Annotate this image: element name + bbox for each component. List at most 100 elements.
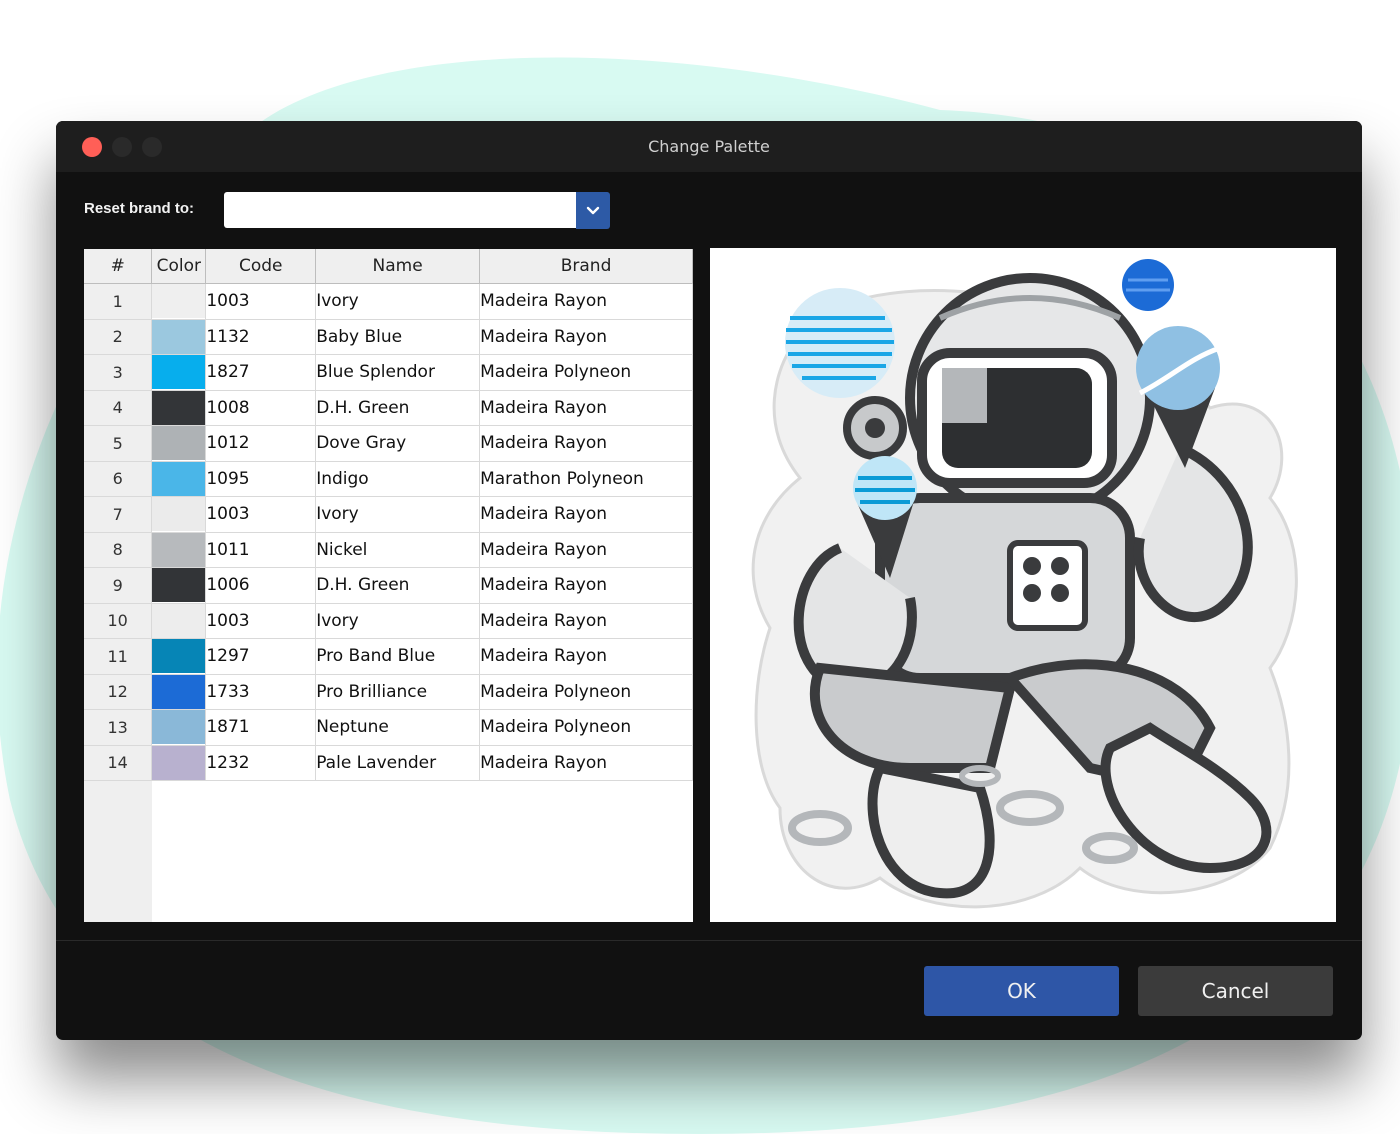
row-number: 4 — [84, 390, 153, 426]
table-row[interactable]: 4 1008 D.H. Green Madeira Rayon — [84, 390, 693, 426]
thread-name: Pro Band Blue — [315, 638, 481, 675]
row-number: 13 — [84, 709, 153, 746]
row-number: 12 — [84, 674, 153, 710]
thread-code: 1232 — [205, 745, 317, 781]
brand-select-dropdown-button[interactable] — [576, 192, 610, 229]
color-swatch-cell[interactable] — [151, 603, 207, 639]
table-row[interactable]: 11 1297 Pro Band Blue Madeira Rayon — [84, 638, 693, 675]
thread-code: 1733 — [205, 674, 317, 710]
row-number: 7 — [84, 496, 153, 533]
thread-brand: Madeira Rayon — [479, 638, 693, 675]
thread-code: 1827 — [205, 354, 317, 391]
color-swatch — [152, 603, 205, 638]
row-number: 11 — [84, 638, 153, 675]
thread-code: 1011 — [205, 532, 317, 568]
thread-name: Pale Lavender — [315, 745, 481, 781]
color-swatch-cell[interactable] — [151, 283, 207, 320]
thread-brand: Madeira Rayon — [479, 425, 693, 462]
thread-code: 1132 — [205, 319, 317, 355]
thread-name: Ivory — [315, 603, 481, 639]
thread-brand: Madeira Rayon — [479, 283, 693, 320]
change-palette-dialog: Change Palette Reset brand to: # Color C… — [56, 121, 1362, 1040]
thread-code: 1297 — [205, 638, 317, 675]
color-swatch-cell[interactable] — [151, 461, 207, 497]
table-row[interactable]: 2 1132 Baby Blue Madeira Rayon — [84, 319, 693, 355]
table-row[interactable]: 3 1827 Blue Splendor Madeira Polyneon — [84, 354, 693, 391]
table-row[interactable]: 8 1011 Nickel Madeira Rayon — [84, 532, 693, 568]
row-number: 3 — [84, 354, 153, 391]
thread-brand: Madeira Rayon — [479, 390, 693, 426]
color-swatch-cell[interactable] — [151, 674, 207, 710]
row-number: 1 — [84, 283, 153, 320]
cancel-button[interactable]: Cancel — [1138, 966, 1333, 1016]
thread-name: Indigo — [315, 461, 481, 497]
thread-brand: Madeira Rayon — [479, 532, 693, 568]
palette-table[interactable]: # Color Code Name Brand 1 1003 Ivory Madeir… — [84, 249, 693, 922]
color-swatch — [152, 390, 205, 425]
color-swatch-cell[interactable] — [151, 496, 207, 533]
table-header-row: # Color Code Name Brand — [84, 249, 693, 284]
table-row[interactable]: 7 1003 Ivory Madeira Rayon — [84, 496, 693, 533]
thread-name: Nickel — [315, 532, 481, 568]
row-number: 6 — [84, 461, 153, 497]
color-swatch-cell[interactable] — [151, 638, 207, 675]
thread-name: D.H. Green — [315, 390, 481, 426]
brand-select[interactable] — [224, 192, 609, 228]
thread-brand: Marathon Polyneon — [479, 461, 693, 497]
thread-name: Ivory — [315, 283, 481, 320]
color-swatch-cell[interactable] — [151, 354, 207, 391]
color-swatch — [152, 639, 205, 674]
title-bar: Change Palette — [56, 121, 1362, 172]
color-swatch-cell[interactable] — [151, 319, 207, 355]
thread-name: Ivory — [315, 496, 481, 533]
thread-brand: Madeira Rayon — [479, 745, 693, 781]
thread-name: Neptune — [315, 709, 481, 746]
thread-name: Dove Gray — [315, 425, 481, 462]
table-row[interactable]: 1 1003 Ivory Madeira Rayon — [84, 283, 693, 320]
row-number: 2 — [84, 319, 153, 355]
table-row[interactable]: 10 1003 Ivory Madeira Rayon — [84, 603, 693, 639]
table-row[interactable]: 13 1871 Neptune Madeira Polyneon — [84, 709, 693, 746]
color-swatch — [152, 568, 205, 603]
color-swatch-cell[interactable] — [151, 532, 207, 568]
color-swatch-cell[interactable] — [151, 425, 207, 462]
chevron-down-icon — [586, 206, 600, 214]
design-preview — [710, 248, 1336, 922]
thread-code: 1006 — [205, 567, 317, 604]
thread-name: D.H. Green — [315, 567, 481, 604]
palette-grid: # Color Code Name Brand 1 1003 Ivory Madeir… — [84, 249, 693, 781]
column-header-number[interactable]: # — [84, 249, 153, 284]
color-swatch-cell[interactable] — [151, 745, 207, 781]
thread-brand: Madeira Polyneon — [479, 709, 693, 746]
thread-code: 1003 — [205, 603, 317, 639]
column-header-brand[interactable]: Brand — [479, 249, 693, 284]
table-row[interactable]: 5 1012 Dove Gray Madeira Rayon — [84, 425, 693, 462]
reset-brand-label: Reset brand to: — [84, 200, 195, 217]
color-swatch — [152, 355, 205, 390]
row-number: 5 — [84, 425, 153, 462]
thread-brand: Madeira Rayon — [479, 496, 693, 533]
thread-brand: Madeira Rayon — [479, 319, 693, 355]
color-swatch-cell[interactable] — [151, 390, 207, 426]
thread-code: 1003 — [205, 496, 317, 533]
color-swatch — [152, 284, 205, 319]
window-title: Change Palette — [648, 137, 770, 156]
thread-name: Pro Brilliance — [315, 674, 481, 710]
column-header-name[interactable]: Name — [315, 249, 481, 284]
color-swatch-cell[interactable] — [151, 709, 207, 746]
table-row[interactable]: 9 1006 D.H. Green Madeira Rayon — [84, 567, 693, 604]
color-swatch — [152, 319, 205, 354]
table-row[interactable]: 12 1733 Pro Brilliance Madeira Polyneon — [84, 674, 693, 710]
table-row[interactable]: 6 1095 Indigo Marathon Polyneon — [84, 461, 693, 497]
row-number: 8 — [84, 532, 153, 568]
thread-brand: Madeira Polyneon — [479, 674, 693, 710]
thread-brand: Madeira Polyneon — [479, 354, 693, 391]
thread-brand: Madeira Rayon — [479, 603, 693, 639]
ok-button[interactable]: OK — [924, 966, 1119, 1016]
color-swatch-cell[interactable] — [151, 567, 207, 604]
color-swatch — [152, 532, 205, 567]
thread-code: 1003 — [205, 283, 317, 320]
table-row[interactable]: 14 1232 Pale Lavender Madeira Rayon — [84, 745, 693, 781]
column-header-color[interactable]: Color — [151, 249, 207, 284]
column-header-code[interactable]: Code — [205, 249, 317, 284]
